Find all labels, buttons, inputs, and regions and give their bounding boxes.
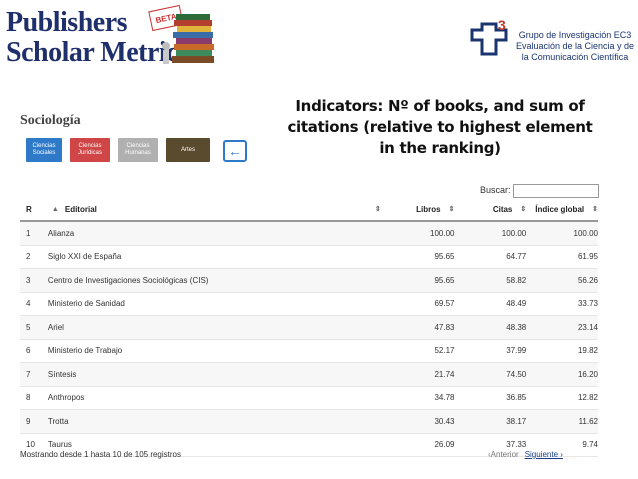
cell-editorial: Taurus [47,440,72,450]
table-header: R ▲︎ Editorial ⇕ Libros ⇕ Citas ⇕ Índice g… [20,198,598,222]
cell-libros: 69.57 [434,299,455,309]
cell-editorial: Anthropos [47,393,85,403]
header-citas[interactable]: Citas ⇕ [455,205,526,214]
ranking-table: R ▲︎ Editorial ⇕ Libros ⇕ Citas ⇕ Índice g… [20,198,598,457]
previous-page-link[interactable]: ‹Anterior [488,450,519,459]
table-row[interactable]: 9 Trotta 30.43 38.17 11.62 [20,410,598,434]
cell-libros: 21.74 [434,369,455,379]
cell-indice: 9.74 [582,440,598,450]
cell-editorial: Centro de Investigaciones Sociológicas (… [47,275,209,285]
cell-indice: 19.82 [577,346,598,356]
cell-editorial: Ariel [47,322,64,332]
cell-rank: 4 [26,299,31,309]
table-row[interactable]: 1 Alianza 100.00 100.00 100.00 [20,222,598,246]
cell-libros: 100.00 [430,228,455,238]
cell-citas: 48.38 [506,322,527,332]
cell-citas: 36.85 [506,393,527,403]
header-editorial[interactable]: ▲︎ Editorial ⇕ [48,205,385,214]
cell-citas: 48.49 [506,299,527,309]
back-button[interactable]: ← [223,140,247,162]
pagination-info: Mostrando desde 1 hasta 10 de 105 regist… [20,450,181,459]
table-row[interactable]: 7 Síntesis 21.74 74.50 16.20 [20,363,598,387]
category-ciencias-humanas-button[interactable]: Ciencias Humanas [118,138,158,162]
table-row[interactable]: 8 Anthropos 34.78 36.85 12.82 [20,387,598,410]
category-ciencias-juridicas-button[interactable]: Ciencias Jurídicas [70,138,110,162]
cell-rank: 3 [26,275,31,285]
cell-editorial: Ministerio de Sanidad [47,299,125,309]
books-illustration-icon [162,14,214,64]
ec3-group-name: Grupo de Investigación EC3 Evaluación de… [515,30,635,62]
ec3-logo-number: 3 [498,18,506,33]
cell-libros: 47.83 [434,322,455,332]
page-title: Sociología [20,113,81,128]
category-ciencias-sociales-button[interactable]: Ciencias Sociales [26,138,62,162]
header-rank[interactable]: R [20,205,48,214]
cell-editorial: Trotta [47,416,69,426]
chevron-right-icon: › [558,450,563,459]
cell-editorial: Siglo XXI de España [47,252,122,262]
table-row[interactable]: 4 Ministerio de Sanidad 69.57 48.49 33.73 [20,293,598,316]
cell-libros: 95.65 [434,275,455,285]
cell-indice: 33.73 [577,299,598,309]
cell-libros: 52.17 [434,346,455,356]
table-row[interactable]: 3 Centro de Investigaciones Sociológicas … [20,269,598,293]
cell-libros: 26.09 [434,440,455,450]
cell-citas: 74.50 [506,369,527,379]
sort-icon: ⇕ [374,206,381,213]
cell-citas: 64.77 [506,252,527,262]
cell-indice: 16.20 [577,369,598,379]
table-row[interactable]: 2 Siglo XXI de España 95.65 64.77 61.95 [20,246,598,269]
cell-rank: 7 [26,369,31,379]
search-label: Buscar: [480,185,511,195]
cell-rank: 1 [26,228,31,238]
headline-text: Indicators: Nº of books, and sum of cita… [287,97,593,157]
cell-citas: 58.82 [506,275,527,285]
cell-editorial: Ministerio de Trabajo [47,346,123,356]
sort-icon: ▲︎ [51,205,59,213]
sort-icon: ⇕ [592,206,598,213]
next-page-link[interactable]: Siguiente › [525,450,563,459]
cell-rank: 9 [26,416,31,426]
cell-rank: 10 [26,440,35,450]
cell-editorial: Alianza [47,228,75,238]
cell-rank: 5 [26,322,31,332]
cell-libros: 34.78 [434,393,455,403]
ec3-logo-icon: 3 [470,18,508,56]
cell-editorial: Síntesis [47,369,77,379]
cell-indice: 11.62 [578,416,598,426]
cell-indice: 56.26 [577,275,598,285]
table-row[interactable]: 5 Ariel 47.83 48.38 23.14 [20,316,598,340]
cell-rank: 6 [26,346,31,356]
arrow-left-icon: ← [228,143,242,159]
cell-libros: 30.43 [434,416,455,426]
cell-indice: 61.95 [577,252,598,262]
cell-libros: 95.65 [434,252,455,262]
cell-citas: 38.17 [506,416,527,426]
header-indice-global[interactable]: Índice global ⇕ [526,205,598,214]
search-input[interactable] [513,184,599,198]
table-row[interactable]: 6 Ministerio de Trabajo 52.17 37.99 19.82 [20,340,598,363]
cell-indice: 12.82 [577,393,598,403]
header-libros[interactable]: Libros ⇕ [385,205,454,214]
cell-indice: 100.00 [573,228,598,238]
cell-rank: 2 [26,252,31,262]
cell-citas: 37.99 [506,346,527,356]
cell-citas: 37.33 [506,440,527,450]
cell-rank: 8 [26,393,31,403]
cell-indice: 23.14 [577,322,598,332]
table-body: 1 Alianza 100.00 100.00 100.00 2 Siglo XXI de… [20,222,598,457]
cell-citas: 100.00 [501,228,527,238]
pagination: ‹Anterior Siguiente › [488,450,563,459]
category-artes-button[interactable]: Artes [166,138,210,162]
